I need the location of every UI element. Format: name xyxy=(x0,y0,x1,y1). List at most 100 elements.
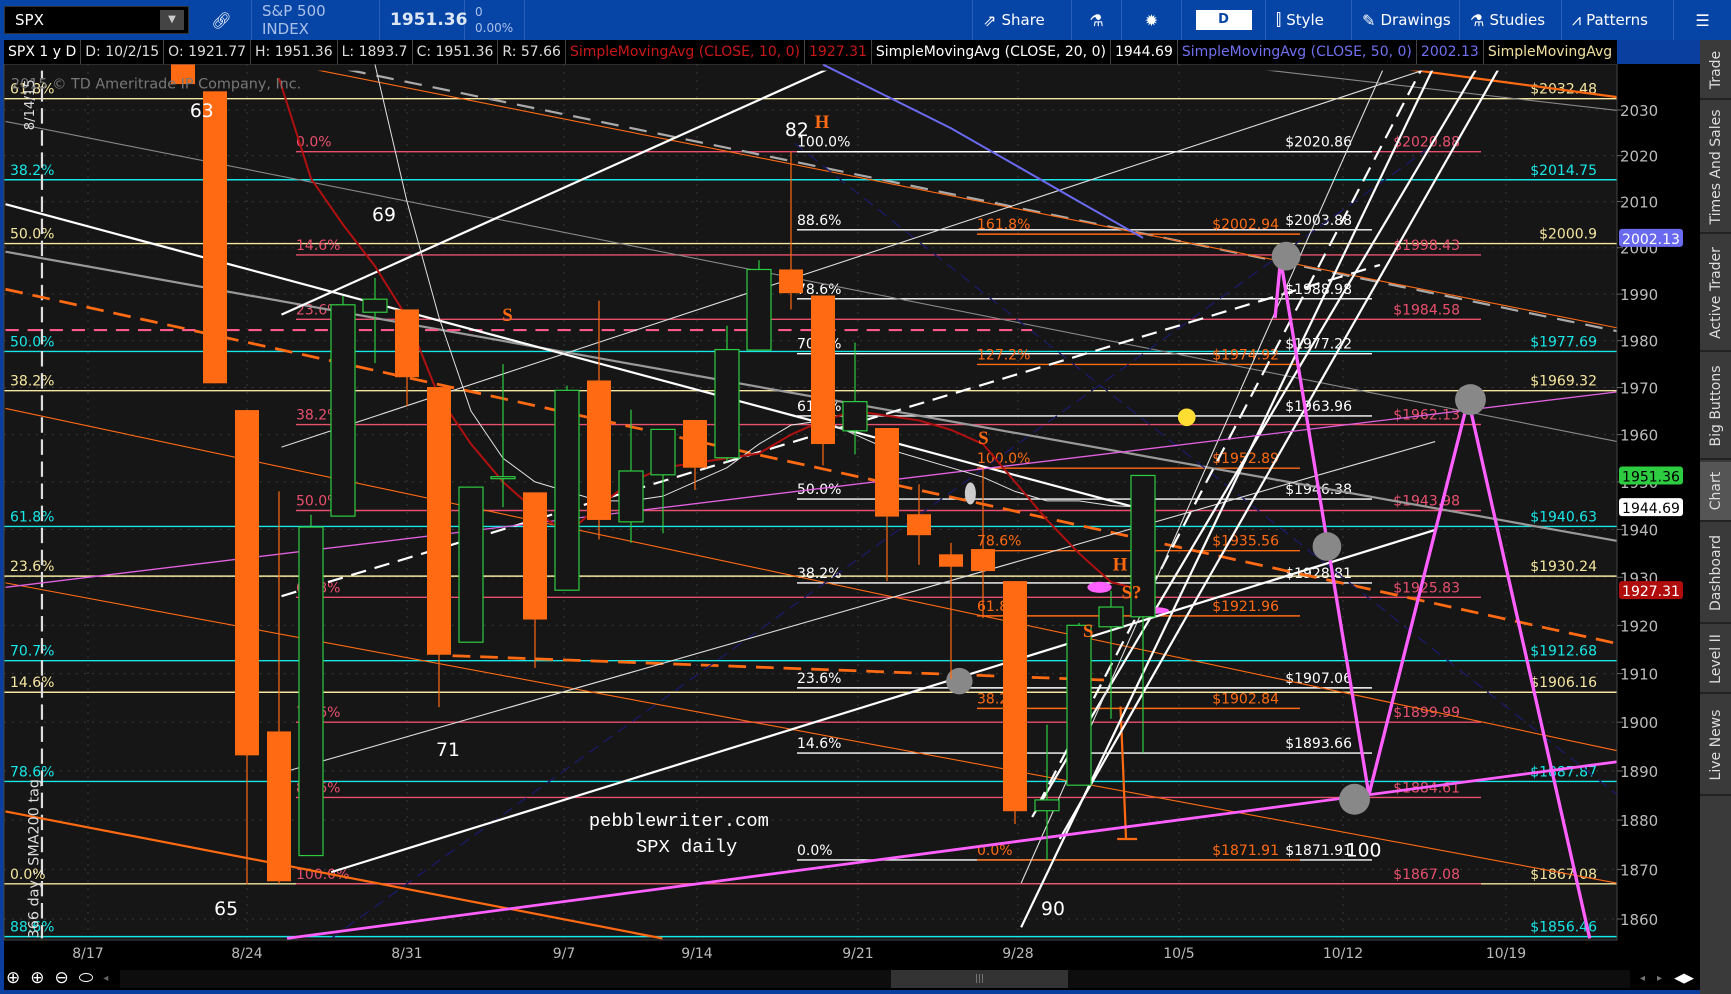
drawings-button[interactable]: ✎ Drawings xyxy=(1352,0,1460,40)
symbol-input[interactable]: SPX ▼ xyxy=(4,6,189,34)
candle-9/8[interactable] xyxy=(554,385,580,591)
tab-level-ii[interactable]: Level II xyxy=(1700,626,1731,694)
trendline[interactable] xyxy=(320,64,1618,333)
legend-sma200-label[interactable]: SimpleMovingAvg ... xyxy=(1484,40,1617,64)
scroll-left-icon[interactable]: ◂ xyxy=(1640,973,1645,984)
candle-9/14[interactable] xyxy=(683,419,707,490)
pivot-marker[interactable] xyxy=(1177,408,1196,427)
pattern-label-shoulder: S xyxy=(502,305,512,326)
candle-8/26[interactable] xyxy=(298,514,324,857)
wave-label-82: 82 xyxy=(785,120,809,141)
fib-percent-label: 78.6% xyxy=(797,282,841,298)
scroll-right-icon[interactable]: ▸ xyxy=(1657,973,1662,984)
candle-body xyxy=(554,389,580,591)
pivot-marker[interactable] xyxy=(1087,581,1112,593)
fib-percent-label: 50.0% xyxy=(10,227,54,243)
legend-period[interactable]: SPX 1 y D xyxy=(4,40,82,64)
trendline[interactable] xyxy=(286,760,1618,940)
tab-live-news[interactable]: Live News xyxy=(1700,696,1731,796)
candle-8/21[interactable] xyxy=(203,91,227,384)
candle-9/23[interactable] xyxy=(907,484,931,565)
candle-9/3[interactable] xyxy=(490,364,516,508)
fib-price-label: $1974.92 xyxy=(1212,347,1279,363)
watermark-site: pebblewriter.com xyxy=(589,810,769,832)
fib-percent-label: 14.6% xyxy=(797,736,841,752)
patterns-button[interactable]: ⩘ Patterns xyxy=(1562,0,1674,40)
date-tick-label: 9/7 xyxy=(553,946,576,962)
tab-active-trader[interactable]: Active Trader xyxy=(1700,236,1731,352)
candle-8/25[interactable] xyxy=(267,491,291,884)
candlestick-icon: ⫿ xyxy=(1276,10,1287,29)
trendline[interactable] xyxy=(794,142,1618,796)
horizontal-scrollbar[interactable]: ||| xyxy=(120,970,1630,988)
candle-10/2[interactable] xyxy=(1130,474,1156,753)
link-button[interactable]: 🔗︎ xyxy=(192,0,252,40)
candle-9/30[interactable] xyxy=(1066,622,1092,786)
studies-lab-button[interactable]: ⚗ xyxy=(1072,0,1122,40)
trendline[interactable] xyxy=(287,64,1618,329)
candle-9/17[interactable] xyxy=(779,151,803,310)
candle-9/2[interactable] xyxy=(458,486,484,643)
candle-body xyxy=(618,470,644,523)
candle-9/9[interactable] xyxy=(587,300,611,540)
legend-low: L: 1893.7 xyxy=(338,40,413,64)
share-icon: ⇗ xyxy=(983,10,1002,30)
legend-sma10-label[interactable]: SimpleMovingAvg (CLOSE, 10, 0) xyxy=(566,40,805,64)
candle-8/24[interactable] xyxy=(235,410,259,885)
tab-dashboard[interactable]: Dashboard xyxy=(1700,524,1731,624)
candle-body xyxy=(875,427,899,517)
candle-9/18[interactable] xyxy=(811,295,835,466)
legend-sma50-value: 2002.13 xyxy=(1417,40,1484,64)
pivot-marker[interactable] xyxy=(946,667,973,695)
fib-percent-label: 38.2% xyxy=(797,566,841,582)
expand-time-axis-icon[interactable]: ◀▶ xyxy=(1674,971,1694,986)
aggregation-selector[interactable]: D xyxy=(1182,0,1266,40)
settings-button[interactable]: ✹ xyxy=(1122,0,1182,40)
pivot-marker[interactable] xyxy=(1312,532,1342,561)
candle-9/11[interactable] xyxy=(650,428,676,534)
pivot-marker[interactable] xyxy=(1339,783,1371,815)
candle-9/16[interactable] xyxy=(746,260,772,351)
chevron-down-icon[interactable]: ▼ xyxy=(160,10,184,30)
projection-path[interactable] xyxy=(1273,259,1592,939)
fib-price-label: $1867.08 xyxy=(1393,867,1460,883)
fib-price-label: $1998.43 xyxy=(1393,238,1460,254)
candle-9/1[interactable] xyxy=(427,387,451,708)
fib-percent-label: 127.2% xyxy=(977,347,1030,363)
zoom-ellipse-icon[interactable]: ⬭ xyxy=(79,968,94,988)
tab-label: Dashboard xyxy=(1707,535,1724,611)
candle-8/31[interactable] xyxy=(395,309,419,407)
candle-9/21[interactable] xyxy=(842,342,868,455)
crosshair-icon[interactable]: ⊕ xyxy=(6,968,20,988)
price-chart[interactable]: 61.8% $2032.4850.0% $2000.938.2% $1969.3223… xyxy=(0,0,1731,994)
wave-label-65: 65 xyxy=(214,899,238,920)
tab-big-buttons[interactable]: Big Buttons xyxy=(1700,354,1731,460)
pivot-marker[interactable] xyxy=(1271,241,1301,271)
tab-chart[interactable]: Chart xyxy=(1700,462,1731,522)
candle-9/22[interactable] xyxy=(875,427,899,582)
date-tick-label: 8/31 xyxy=(391,946,422,962)
candle-9/28[interactable] xyxy=(1003,581,1027,825)
candle-9/15[interactable] xyxy=(714,325,740,462)
scrollbar-thumb[interactable]: ||| xyxy=(891,970,1068,988)
pivot-marker[interactable] xyxy=(964,482,976,505)
pivot-marker[interactable] xyxy=(1455,384,1486,416)
candle-8/27[interactable] xyxy=(330,295,356,517)
zoom-in-icon[interactable]: ⊕ xyxy=(30,968,44,988)
legend-sma50-label[interactable]: SimpleMovingAvg (CLOSE, 50, 0) xyxy=(1178,40,1417,64)
scroll-left-icon[interactable]: ◂ xyxy=(103,973,108,984)
pattern-label-head: H xyxy=(815,112,830,133)
trendline[interactable] xyxy=(281,66,1436,448)
menu-button[interactable]: ☰ xyxy=(1674,0,1731,40)
zoom-out-icon[interactable]: ⊖ xyxy=(55,968,69,988)
studies-button[interactable]: ⚗ Studies xyxy=(1460,0,1562,40)
fib-percent-label: 78.6% xyxy=(977,534,1021,550)
tab-trade[interactable]: Trade xyxy=(1700,42,1731,100)
tab-times-and-sales[interactable]: Times And Sales xyxy=(1700,102,1731,234)
fib-percent-label: 14.6% xyxy=(296,238,340,254)
share-button[interactable]: ⇗ Share xyxy=(972,0,1072,40)
fib-price-label: $2002.94 xyxy=(1212,217,1279,233)
candle-9/4[interactable] xyxy=(523,492,547,668)
style-button[interactable]: ⫿ Style xyxy=(1266,0,1352,40)
legend-sma20-label[interactable]: SimpleMovingAvg (CLOSE, 20, 0) xyxy=(872,40,1111,64)
